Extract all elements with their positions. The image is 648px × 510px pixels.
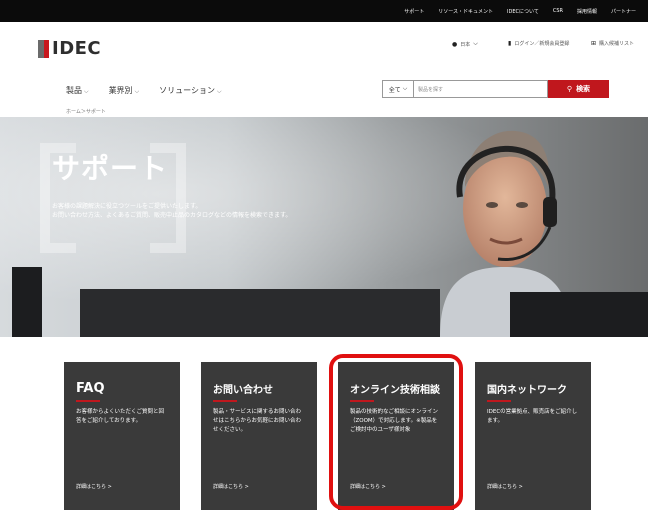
logo-mark-icon	[38, 39, 49, 58]
hero-banner: サポート お客様の課題解決に役立つツールをご提供いたします。 お問い合わせ方法、…	[0, 117, 648, 337]
card-domestic-network[interactable]: 国内ネットワーク IDECの営業拠点、販売店をご紹介します。 詳細はこちら >	[475, 362, 591, 510]
search-scope-select[interactable]: 全て ⌵	[382, 80, 414, 98]
card-faq[interactable]: FAQ お客様からよくいただくご質問と回答をご紹介しております。 詳細はこちら …	[64, 362, 180, 510]
card-more-link[interactable]: 詳細はこちら >	[487, 483, 523, 490]
highlight-annotation	[329, 354, 463, 510]
card-contact[interactable]: お問い合わせ 製品・サービスに関するお問い合わせはこちらからお気軽にお問い合わせ…	[201, 362, 317, 510]
hero-title: サポート	[52, 152, 169, 185]
card-body: 製品・サービスに関するお問い合わせはこちらからお気軽にお問い合わせください。	[213, 409, 302, 433]
breadcrumb: ホーム＞サポート	[66, 109, 106, 115]
card-title: FAQ	[76, 381, 105, 402]
logo-text: IDEC	[52, 38, 102, 59]
chevron-down-icon: ⌵	[473, 40, 478, 47]
hero-description-line2: お問い合わせ方法、よくあるご質問、販売中止品のカタログなどの情報を検索できます。	[52, 212, 292, 219]
top-link-careers[interactable]: 採用情報	[577, 8, 597, 15]
search-button[interactable]: ⚲ 検索	[548, 80, 609, 98]
chevron-down-icon: ⌵	[84, 88, 89, 95]
search-placeholder: 製品を探す	[418, 86, 444, 93]
chevron-down-icon: ⌵	[216, 88, 222, 95]
search-button-label: 検索	[576, 85, 591, 93]
search-icon: ⚲	[566, 85, 573, 93]
chevron-down-icon: ⌵	[402, 85, 408, 92]
search-input[interactable]: 製品を探す	[414, 80, 548, 98]
region-label: 日本	[460, 41, 471, 48]
top-link-resources[interactable]: リソース・ドキュメント	[438, 8, 493, 15]
monitor-right	[510, 292, 648, 337]
top-links: サポート リソース・ドキュメント IDECについて CSR 採用情報 パートナー	[404, 0, 636, 22]
site-logo[interactable]: IDEC	[38, 38, 101, 59]
login-label: ログイン／新規会員登録	[514, 41, 570, 47]
nav-item-products[interactable]: 製品 ⌵	[66, 85, 89, 96]
hero-description-line1: お客様の課題解決に役立つツールをご提供いたします。	[52, 203, 202, 210]
nav-item-solutions[interactable]: ソリューション ⌵	[159, 85, 221, 96]
top-link-partners[interactable]: パートナー	[611, 8, 636, 15]
search-scope-value: 全て	[388, 86, 401, 94]
region-selector[interactable]: ● 日本 ⌵	[452, 40, 478, 48]
top-link-csr[interactable]: CSR	[553, 8, 563, 14]
cart-link[interactable]: ⊞ 購入候補リスト	[591, 40, 634, 47]
nav-item-label: ソリューション	[159, 86, 215, 95]
nav-item-label: 製品	[66, 86, 82, 95]
monitor-center	[80, 289, 440, 337]
top-link-about[interactable]: IDECについて	[507, 8, 539, 15]
top-utility-bar: サポート リソース・ドキュメント IDECについて CSR 採用情報 パートナー	[0, 0, 648, 22]
cart-icon: ⊞	[591, 40, 597, 47]
lock-icon: ▮	[508, 40, 512, 47]
main-nav: 製品 ⌵ 業界別 ⌵ ソリューション ⌵	[66, 85, 222, 96]
search-bar: 全て ⌵ 製品を探す ⚲ 検索	[382, 80, 609, 98]
support-cards: FAQ お客様からよくいただくご質問と回答をご紹介しております。 詳細はこちら …	[64, 362, 591, 510]
cart-label: 購入候補リスト	[599, 41, 635, 47]
card-more-link[interactable]: 詳細はこちら >	[76, 483, 112, 490]
chevron-down-icon: ⌵	[134, 88, 140, 95]
login-link[interactable]: ▮ ログイン／新規会員登録	[508, 40, 569, 47]
card-body: IDECの営業拠点、販売店をご紹介します。	[487, 409, 578, 424]
monitor-left	[12, 267, 42, 337]
location-pin-icon: ●	[452, 40, 458, 48]
card-more-link[interactable]: 詳細はこちら >	[213, 483, 249, 490]
card-body: お客様からよくいただくご質問と回答をご紹介しております。	[76, 409, 165, 424]
card-title: 国内ネットワーク	[487, 381, 567, 402]
top-link-support[interactable]: サポート	[404, 8, 424, 15]
nav-item-industries[interactable]: 業界別 ⌵	[109, 85, 140, 96]
nav-item-label: 業界別	[108, 86, 133, 95]
card-title: お問い合わせ	[213, 381, 273, 402]
